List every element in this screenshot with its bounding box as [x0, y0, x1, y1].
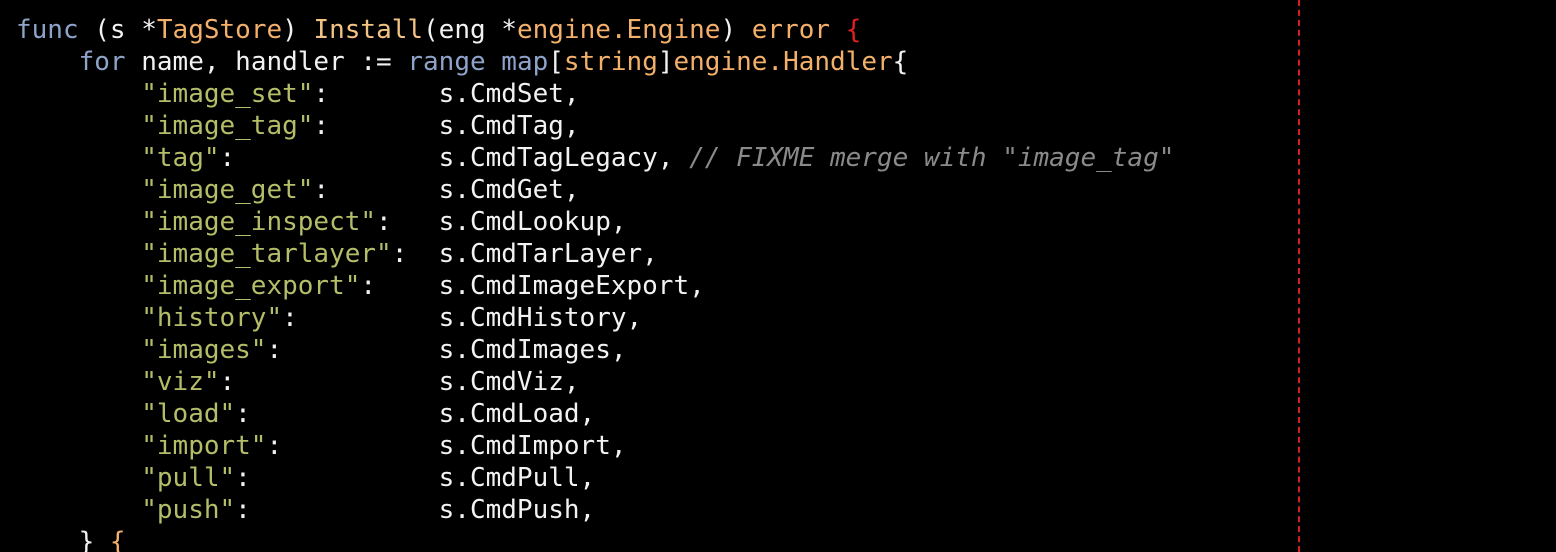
code-token: : s.CmdTag,: [313, 111, 580, 141]
code-token: ): [282, 15, 314, 45]
code-token: "pull": [141, 463, 236, 493]
code-token: for: [78, 47, 126, 77]
code-token: : s.CmdLoad,: [235, 399, 596, 429]
code-line[interactable]: } {: [16, 526, 1174, 552]
code-token: {: [892, 47, 909, 77]
code-token: : s.CmdPull,: [235, 463, 596, 493]
code-token: "image_get": [141, 175, 314, 205]
code-token: : s.CmdImages,: [266, 335, 627, 365]
code-token: : s.CmdSet,: [313, 79, 580, 109]
code-token: "image_set": [141, 79, 314, 109]
code-token: [: [548, 47, 564, 77]
code-token: : s.CmdHistory,: [282, 303, 643, 333]
code-line[interactable]: "image_get": s.CmdGet,: [16, 174, 1174, 206]
code-token: func: [16, 15, 79, 45]
code-token: engine.Engine: [516, 15, 721, 45]
code-token: "viz": [141, 367, 220, 397]
code-line[interactable]: "images": s.CmdImages,: [16, 334, 1174, 366]
code-token: map: [501, 47, 549, 77]
code-line[interactable]: "import": s.CmdImport,: [16, 430, 1174, 462]
code-token: name, handler :=: [125, 47, 408, 77]
code-token: {: [845, 15, 862, 45]
code-line[interactable]: "tag": s.CmdTagLegacy, // FIXME merge wi…: [16, 142, 1174, 174]
code-token: ): [720, 15, 752, 45]
code-token: : s.CmdTarLayer,: [391, 239, 658, 269]
code-token: // FIXME merge with "image_tag": [689, 143, 1175, 173]
code-editor[interactable]: func (s *TagStore) Install(eng *engine.E…: [0, 0, 1556, 552]
code-line[interactable]: "load": s.CmdLoad,: [16, 398, 1174, 430]
code-line[interactable]: "image_inspect": s.CmdLookup,: [16, 206, 1174, 238]
code-token: Install: [313, 15, 424, 45]
code-token: (s *: [78, 15, 157, 45]
code-token: (eng *: [423, 15, 517, 45]
code-token: ]: [657, 47, 674, 77]
code-token: engine.Handler: [673, 47, 893, 77]
code-token: "history": [141, 303, 283, 333]
code-token: error: [751, 15, 831, 45]
code-line[interactable]: "image_tag": s.CmdTag,: [16, 110, 1174, 142]
code-token: "image_tarlayer": [141, 239, 392, 269]
code-token: : s.CmdViz,: [219, 367, 580, 397]
code-token: : s.CmdTagLegacy,: [219, 143, 690, 173]
code-token: : s.CmdImageExport,: [360, 271, 705, 301]
code-line[interactable]: "history": s.CmdHistory,: [16, 302, 1174, 334]
code-line[interactable]: for name, handler := range map[string]en…: [16, 46, 1174, 78]
code-token: : s.CmdLookup,: [376, 207, 627, 237]
column-guide-line: [1298, 0, 1300, 552]
code-token: }: [16, 527, 110, 552]
code-area[interactable]: func (s *TagStore) Install(eng *engine.E…: [16, 14, 1174, 552]
code-line[interactable]: "push": s.CmdPush,: [16, 494, 1174, 526]
code-token: "image_export": [141, 271, 361, 301]
code-token: : s.CmdGet,: [313, 175, 580, 205]
code-token: {: [109, 527, 126, 552]
code-token: string: [563, 47, 658, 77]
code-token: "tag": [141, 143, 220, 173]
code-token: "image_tag": [141, 111, 314, 141]
code-line[interactable]: "pull": s.CmdPull,: [16, 462, 1174, 494]
code-token: "image_inspect": [141, 207, 377, 237]
code-line[interactable]: "image_set": s.CmdSet,: [16, 78, 1174, 110]
code-token: "import": [141, 431, 267, 461]
code-token: "load": [141, 399, 236, 429]
code-line[interactable]: "viz": s.CmdViz,: [16, 366, 1174, 398]
code-line[interactable]: func (s *TagStore) Install(eng *engine.E…: [16, 14, 1174, 46]
code-token: range: [407, 47, 486, 77]
code-line[interactable]: "image_tarlayer": s.CmdTarLayer,: [16, 238, 1174, 270]
code-token: "images": [141, 335, 267, 365]
code-token: TagStore: [156, 15, 283, 45]
code-token: "push": [141, 495, 236, 525]
code-line[interactable]: "image_export": s.CmdImageExport,: [16, 270, 1174, 302]
code-token: : s.CmdImport,: [266, 431, 627, 461]
code-token: : s.CmdPush,: [235, 495, 596, 525]
